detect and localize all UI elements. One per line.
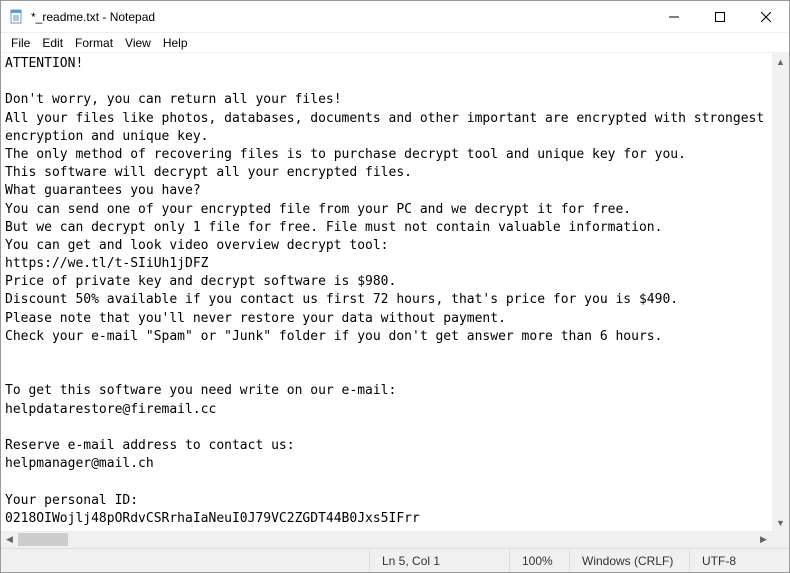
maximize-button[interactable] xyxy=(697,1,743,33)
menu-edit[interactable]: Edit xyxy=(36,34,69,52)
horizontal-scrollbar[interactable]: ◀ ▶ xyxy=(1,531,772,548)
statusbar: Ln 5, Col 1 100% Windows (CRLF) UTF-8 xyxy=(1,548,789,572)
scroll-left-icon[interactable]: ◀ xyxy=(1,531,18,548)
notepad-icon xyxy=(9,9,25,25)
menu-help[interactable]: Help xyxy=(157,34,194,52)
scroll-down-icon[interactable]: ▼ xyxy=(772,514,789,531)
window-title: *_readme.txt - Notepad xyxy=(31,10,651,24)
titlebar: *_readme.txt - Notepad xyxy=(1,1,789,33)
scroll-thumb-horizontal[interactable] xyxy=(18,533,68,546)
window-controls xyxy=(651,1,789,33)
scroll-right-icon[interactable]: ▶ xyxy=(755,531,772,548)
status-zoom: 100% xyxy=(509,549,569,572)
scroll-up-icon[interactable]: ▲ xyxy=(772,53,789,70)
menu-format[interactable]: Format xyxy=(69,34,119,52)
close-button[interactable] xyxy=(743,1,789,33)
minimize-button[interactable] xyxy=(651,1,697,33)
menu-view[interactable]: View xyxy=(119,34,157,52)
scroll-corner xyxy=(772,531,789,548)
text-editor[interactable]: ATTENTION! Don't worry, you can return a… xyxy=(1,53,772,531)
scroll-track-vertical[interactable] xyxy=(772,70,789,514)
status-position: Ln 5, Col 1 xyxy=(369,549,509,572)
scroll-track-horizontal[interactable] xyxy=(18,531,755,548)
menu-file[interactable]: File xyxy=(5,34,36,52)
content-area: ATTENTION! Don't worry, you can return a… xyxy=(1,53,789,548)
status-encoding: UTF-8 xyxy=(689,549,789,572)
status-line-ending: Windows (CRLF) xyxy=(569,549,689,572)
menubar: File Edit Format View Help xyxy=(1,33,789,53)
vertical-scrollbar[interactable]: ▲ ▼ xyxy=(772,53,789,531)
